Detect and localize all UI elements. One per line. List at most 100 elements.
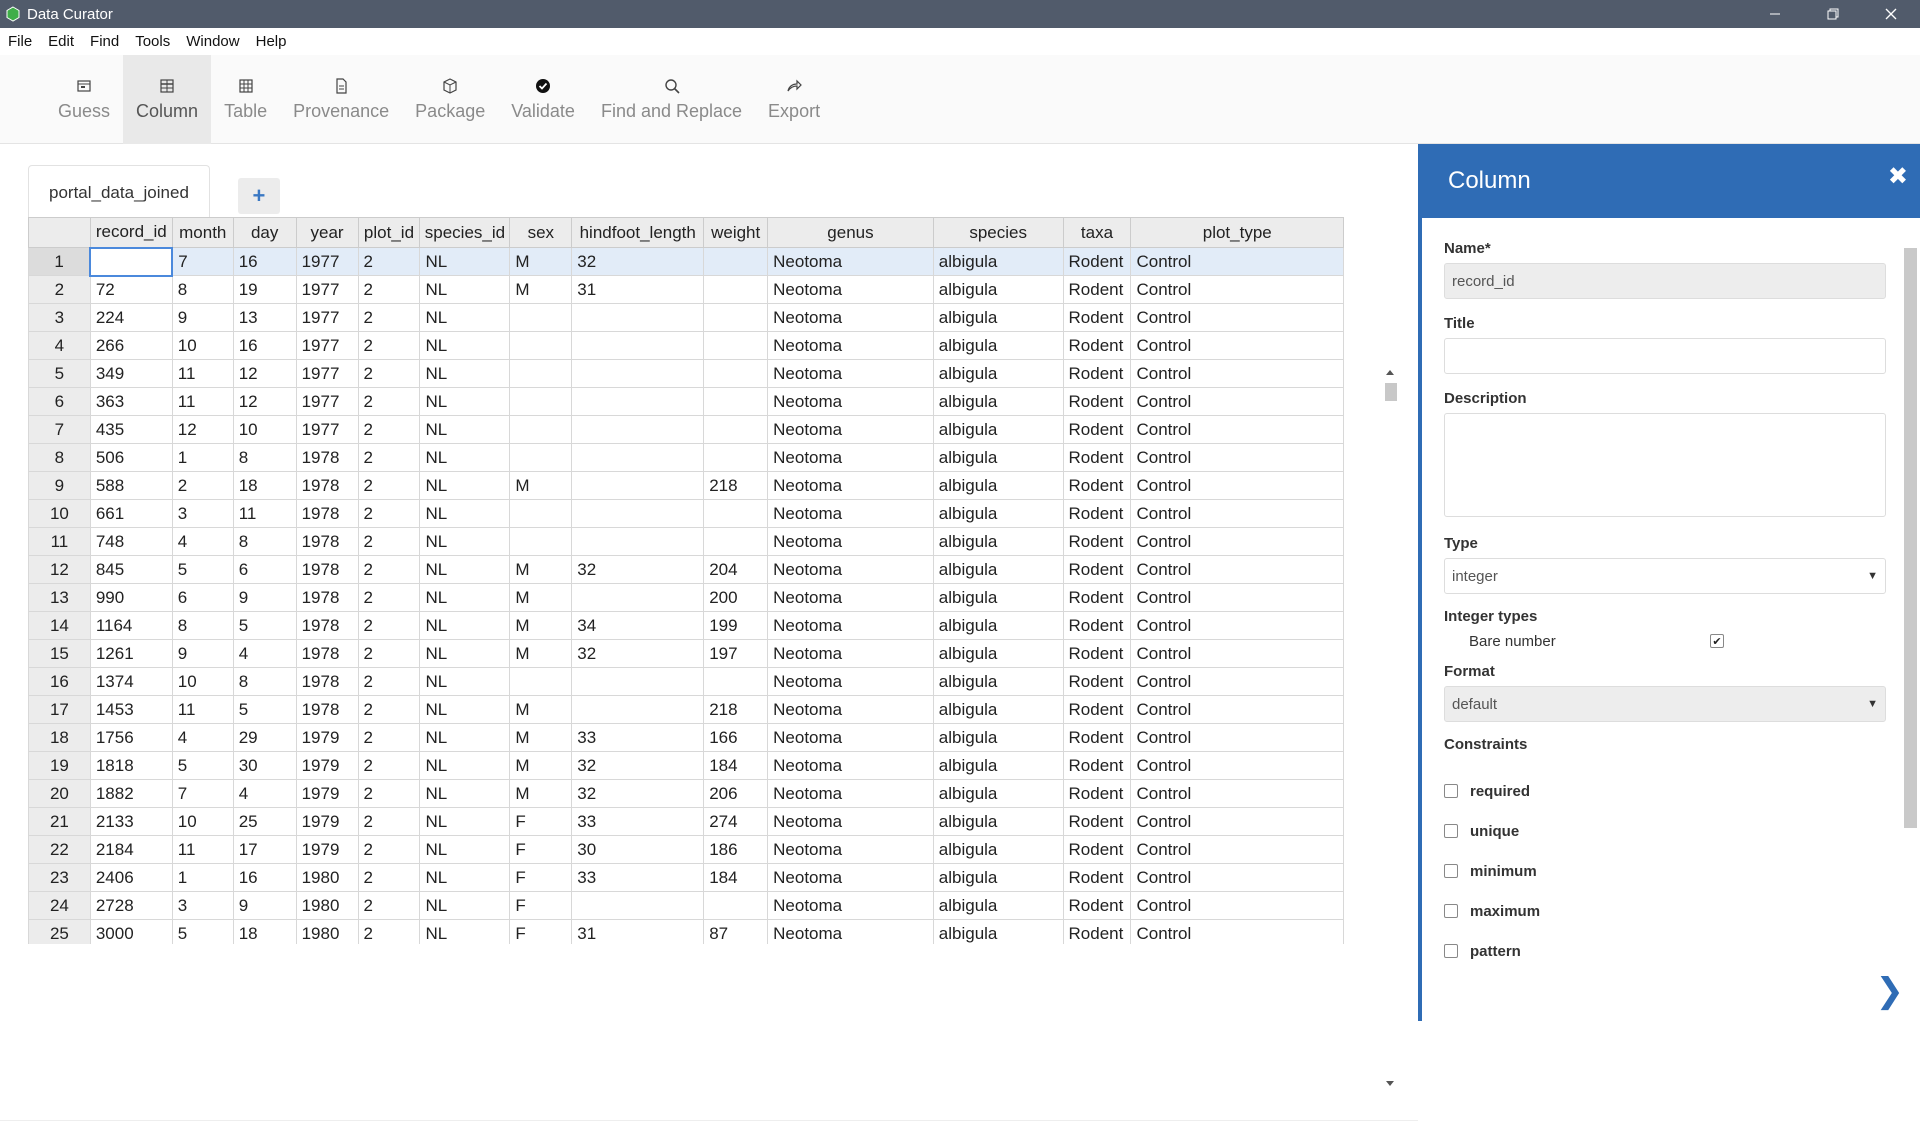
table-cell[interactable]: Control	[1130, 919, 1344, 944]
table-cell[interactable]: 30	[232, 751, 297, 780]
menu-tools[interactable]: Tools	[127, 33, 178, 50]
table-cell[interactable]: 72	[89, 275, 173, 304]
close-window-button[interactable]	[1862, 0, 1920, 28]
table-cell[interactable]: 3	[171, 499, 234, 528]
table-cell[interactable]: Control	[1130, 499, 1344, 528]
table-cell[interactable]: albigula	[932, 695, 1064, 724]
table-cell[interactable]: Neotoma	[767, 499, 934, 528]
table-cell[interactable]: 3	[171, 891, 234, 920]
row-number[interactable]: 15	[28, 639, 91, 668]
data-grid[interactable]: record_id month day year plot_id species_id se…	[28, 217, 1344, 944]
table-cell[interactable]	[703, 891, 769, 920]
table-cell[interactable]: M	[509, 723, 573, 752]
table-cell[interactable]: 588	[89, 471, 173, 500]
table-cell[interactable]: Control	[1130, 247, 1344, 276]
row-number[interactable]: 3	[28, 303, 91, 332]
table-cell[interactable]	[571, 695, 705, 724]
table-cell[interactable]: M	[509, 583, 573, 612]
table-cell[interactable]: Rodent	[1062, 639, 1132, 668]
table-cell[interactable]: Neotoma	[767, 835, 934, 864]
table-cell[interactable]: NL	[419, 723, 511, 752]
table-cell[interactable]: 9	[232, 891, 297, 920]
table-cell[interactable]: 12	[232, 359, 297, 388]
table-cell[interactable]: 197	[703, 639, 769, 668]
table-cell[interactable]: 1978	[295, 639, 359, 668]
table-cell[interactable]: 1756	[89, 723, 173, 752]
table-cell[interactable]: albigula	[932, 499, 1064, 528]
table-cell[interactable]: 5	[232, 611, 297, 640]
table-cell[interactable]: 2	[357, 611, 421, 640]
column-header[interactable]: hindfoot_length	[571, 217, 705, 248]
table-cell[interactable]: Rodent	[1062, 891, 1132, 920]
table-cell[interactable]: NL	[419, 695, 511, 724]
row-number[interactable]: 12	[28, 555, 91, 584]
table-cell[interactable]: M	[509, 751, 573, 780]
table-cell[interactable]	[571, 667, 705, 696]
constraint-unique[interactable]: unique	[1444, 811, 1884, 851]
table-cell[interactable]: Neotoma	[767, 275, 934, 304]
table-cell[interactable]: NL	[419, 863, 511, 892]
table-cell[interactable]: 1164	[89, 611, 173, 640]
table-cell[interactable]: albigula	[932, 723, 1064, 752]
table-cell[interactable]: 218	[703, 695, 769, 724]
table-cell[interactable]: 2	[357, 387, 421, 416]
table-cell[interactable]: Control	[1130, 275, 1344, 304]
table-cell[interactable]: Neotoma	[767, 555, 934, 584]
table-cell[interactable]: 2133	[89, 807, 173, 836]
constraint-minimum[interactable]: minimum	[1444, 851, 1884, 891]
table-cell[interactable]: 2	[357, 695, 421, 724]
table-cell[interactable]: 2	[357, 723, 421, 752]
column-header[interactable]: genus	[767, 217, 934, 248]
pattern-checkbox[interactable]	[1444, 944, 1458, 958]
table-cell[interactable]	[571, 443, 705, 472]
table-cell[interactable]: Neotoma	[767, 443, 934, 472]
table-cell[interactable]: 349	[89, 359, 173, 388]
table-cell[interactable]: 8	[171, 275, 234, 304]
column-button[interactable]: Column	[123, 55, 212, 144]
table-cell[interactable]: Rodent	[1062, 723, 1132, 752]
table-cell[interactable]: 2	[357, 583, 421, 612]
table-cell[interactable]: 990	[89, 583, 173, 612]
provenance-button[interactable]: Provenance	[280, 55, 402, 144]
table-cell[interactable]: albigula	[932, 891, 1064, 920]
table-cell[interactable]: Rodent	[1062, 751, 1132, 780]
table-cell[interactable]: albigula	[932, 359, 1064, 388]
active-cell[interactable]	[89, 246, 174, 277]
table-cell[interactable]: Rodent	[1062, 835, 1132, 864]
table-cell[interactable]: 2	[357, 415, 421, 444]
table-cell[interactable]: 25	[232, 807, 297, 836]
row-number[interactable]: 23	[28, 863, 91, 892]
table-cell[interactable]: Neotoma	[767, 387, 934, 416]
scroll-down-icon[interactable]	[1383, 1079, 1397, 1089]
table-cell[interactable]: NL	[419, 415, 511, 444]
menu-file[interactable]: File	[0, 33, 40, 50]
table-cell[interactable]: Control	[1130, 611, 1344, 640]
table-cell[interactable]: albigula	[932, 303, 1064, 332]
table-cell[interactable]: 1980	[295, 891, 359, 920]
menu-help[interactable]: Help	[248, 33, 295, 50]
table-cell[interactable]	[571, 499, 705, 528]
table-cell[interactable]: NL	[419, 667, 511, 696]
table-cell[interactable]: Control	[1130, 527, 1344, 556]
table-cell[interactable]: 6	[232, 555, 297, 584]
column-header[interactable]: sex	[509, 217, 573, 248]
row-number[interactable]: 19	[28, 751, 91, 780]
table-cell[interactable]: 5	[171, 751, 234, 780]
table-cell[interactable]: Rodent	[1062, 275, 1132, 304]
table-cell[interactable]: 29	[232, 723, 297, 752]
table-cell[interactable]: albigula	[932, 863, 1064, 892]
table-cell[interactable]: 200	[703, 583, 769, 612]
row-number[interactable]: 11	[28, 527, 91, 556]
description-field[interactable]	[1444, 413, 1886, 517]
table-cell[interactable]: 31	[571, 275, 705, 304]
table-cell[interactable]: 2	[357, 779, 421, 808]
table-cell[interactable]: 1	[171, 863, 234, 892]
table-cell[interactable]: 199	[703, 611, 769, 640]
add-tab-button[interactable]: +	[237, 178, 280, 214]
table-cell[interactable]: 1978	[295, 527, 359, 556]
table-cell[interactable]: Control	[1130, 555, 1344, 584]
row-number[interactable]: 4	[28, 331, 91, 360]
table-cell[interactable]: 6	[171, 583, 234, 612]
table-cell[interactable]: 11	[171, 835, 234, 864]
table-cell[interactable]: Control	[1130, 387, 1344, 416]
